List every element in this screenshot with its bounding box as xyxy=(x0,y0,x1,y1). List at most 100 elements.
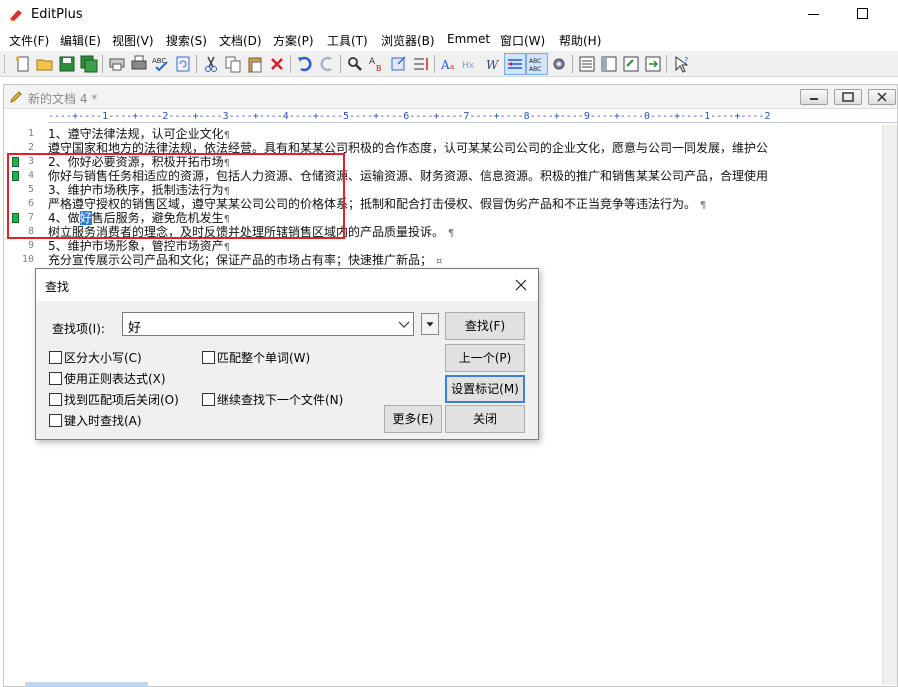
checkbox[interactable] xyxy=(49,351,62,364)
toolbar: ABC AB Aa Hx W ABC ABC ? xyxy=(0,51,898,77)
set-mark-button[interactable]: 设置标记(M) xyxy=(445,375,525,403)
editor-line: 9 5、维护市场形象，管控市场资产¶ xyxy=(4,239,882,253)
svg-text:a: a xyxy=(450,63,454,71)
close-icon[interactable] xyxy=(511,275,531,295)
checkbox[interactable] xyxy=(202,351,215,364)
option-find-as-type[interactable]: 键入时查找(A) xyxy=(49,412,142,429)
doc-close-icon[interactable] xyxy=(868,89,896,105)
minimize-icon[interactable] xyxy=(808,14,819,15)
save-all-icon[interactable] xyxy=(79,54,99,74)
menu-project[interactable]: 方案(P) xyxy=(273,32,314,49)
line-number: 9 xyxy=(27,240,34,251)
highlight-annotation-box xyxy=(7,153,345,239)
find-dialog-title: 查找 xyxy=(45,280,70,294)
option-regex[interactable]: 使用正则表达式(X) xyxy=(49,370,166,387)
checkbox[interactable] xyxy=(202,393,215,406)
menu-emmet[interactable]: Emmet xyxy=(447,32,490,46)
find-previous-button[interactable]: 上一个(P) xyxy=(445,344,525,372)
settings-icon[interactable] xyxy=(549,54,569,74)
undo-icon[interactable] xyxy=(295,54,315,74)
help-icon[interactable]: ? xyxy=(671,54,691,74)
menu-edit[interactable]: 编辑(E) xyxy=(60,32,101,49)
print-icon[interactable] xyxy=(129,54,149,74)
maximize-icon[interactable] xyxy=(857,8,868,19)
replace-icon[interactable]: AB xyxy=(367,54,387,74)
menu-window[interactable]: 窗口(W) xyxy=(500,32,545,49)
cliptext-icon[interactable] xyxy=(599,54,619,74)
cut-icon[interactable] xyxy=(201,54,221,74)
menu-file[interactable]: 文件(F) xyxy=(9,32,49,49)
paste-icon[interactable] xyxy=(245,54,265,74)
font-icon[interactable]: Aa xyxy=(439,54,459,74)
toolbar-separator xyxy=(666,55,667,73)
checkbox[interactable] xyxy=(49,372,62,385)
option-case-sensitive[interactable]: 区分大小写(C) xyxy=(49,349,142,366)
doc-list-icon[interactable] xyxy=(577,54,597,74)
output-icon[interactable] xyxy=(643,54,663,74)
svg-text:ABC: ABC xyxy=(529,66,541,73)
copy-icon[interactable] xyxy=(223,54,243,74)
line-number: 10 xyxy=(21,254,34,265)
doc-restore-icon[interactable] xyxy=(834,89,862,105)
doc-minimize-icon[interactable] xyxy=(800,89,828,105)
taskbar-strip xyxy=(25,682,148,687)
menu-tools[interactable]: 工具(T) xyxy=(327,32,368,49)
checkbox[interactable] xyxy=(49,414,62,427)
option-close-on-match[interactable]: 找到匹配项后关闭(O) xyxy=(49,391,179,408)
toolbar-separator xyxy=(102,55,103,73)
find-history-dropdown[interactable] xyxy=(421,313,439,335)
menu-document[interactable]: 文档(D) xyxy=(219,32,262,49)
line-text: 充分宣传展示公司产品和文化；保证产品的市场占有率；快速推广新品； ¤ xyxy=(48,253,443,267)
triangle-down-icon xyxy=(426,322,434,327)
checkbox[interactable] xyxy=(49,393,62,406)
new-file-icon[interactable] xyxy=(13,54,33,74)
find-icon[interactable] xyxy=(345,54,365,74)
svg-text:A: A xyxy=(369,57,376,67)
line-number: 1 xyxy=(27,128,34,139)
hex-icon[interactable]: Hx xyxy=(461,54,481,74)
find-dialog-titlebar: 查找 xyxy=(36,269,538,301)
menu-search[interactable]: 搜索(S) xyxy=(166,32,207,49)
editor-line: 10 充分宣传展示公司产品和文化；保证产品的市场占有率；快速推广新品； ¤ xyxy=(4,253,882,267)
find-label: 查找项(I): xyxy=(52,322,105,336)
find-input-value: 好 xyxy=(128,321,142,336)
menu-view[interactable]: 视图(V) xyxy=(112,32,154,49)
open-icon[interactable] xyxy=(35,54,55,74)
save-icon[interactable] xyxy=(57,54,77,74)
window-title: EditPlus xyxy=(31,7,83,22)
menu-help[interactable]: 帮助(H) xyxy=(559,32,601,49)
toolbar-separator xyxy=(340,55,341,73)
svg-text:?: ? xyxy=(684,56,688,65)
toolbar-separator xyxy=(434,55,435,73)
option-whole-word[interactable]: 匹配整个单词(W) xyxy=(202,349,310,366)
toolbar-grip[interactable] xyxy=(4,55,7,73)
editor-line: 1 1、遵守法律法规，认可企业文化¶ xyxy=(4,127,882,141)
redo-icon[interactable] xyxy=(317,54,337,74)
find-input[interactable]: 好 xyxy=(122,312,414,336)
line-number-icon[interactable] xyxy=(504,53,526,75)
editplus-logo-icon xyxy=(10,10,22,22)
svg-text:ABC: ABC xyxy=(529,58,541,65)
option-search-next-file[interactable]: 继续查找下一个文件(N) xyxy=(202,391,343,408)
print-preview-icon[interactable] xyxy=(107,54,127,74)
ruler: ----+----1----+----2----+----3----+----4… xyxy=(48,111,897,123)
toolbar-separator xyxy=(572,55,573,73)
delete-icon[interactable] xyxy=(267,54,287,74)
svg-text:Hx: Hx xyxy=(462,61,475,71)
word-icon[interactable]: W xyxy=(483,54,503,74)
chevron-down-icon[interactable] xyxy=(395,314,413,334)
vertical-scrollbar[interactable] xyxy=(882,125,897,685)
goto-icon[interactable] xyxy=(389,54,409,74)
close-button[interactable]: 关闭 xyxy=(445,405,525,433)
find-dialog: 查找 查找项(I): 好 区分大小写(C) 匹配整个单词(W) 使用正则表达式(… xyxy=(35,268,539,440)
svg-text:W: W xyxy=(486,58,500,72)
directory-icon[interactable] xyxy=(621,54,641,74)
find-button[interactable]: 查找(F) xyxy=(445,312,525,340)
spell-check-icon[interactable]: ABC xyxy=(151,54,171,74)
word-wrap-icon[interactable] xyxy=(411,54,431,74)
menu-browser[interactable]: 浏览器(B) xyxy=(381,32,435,49)
refresh-icon[interactable] xyxy=(173,54,193,74)
document-title: 新的文档 4 * xyxy=(28,92,98,106)
ruler-icon[interactable]: ABC ABC xyxy=(526,53,548,75)
more-button[interactable]: 更多(E) xyxy=(384,405,442,433)
